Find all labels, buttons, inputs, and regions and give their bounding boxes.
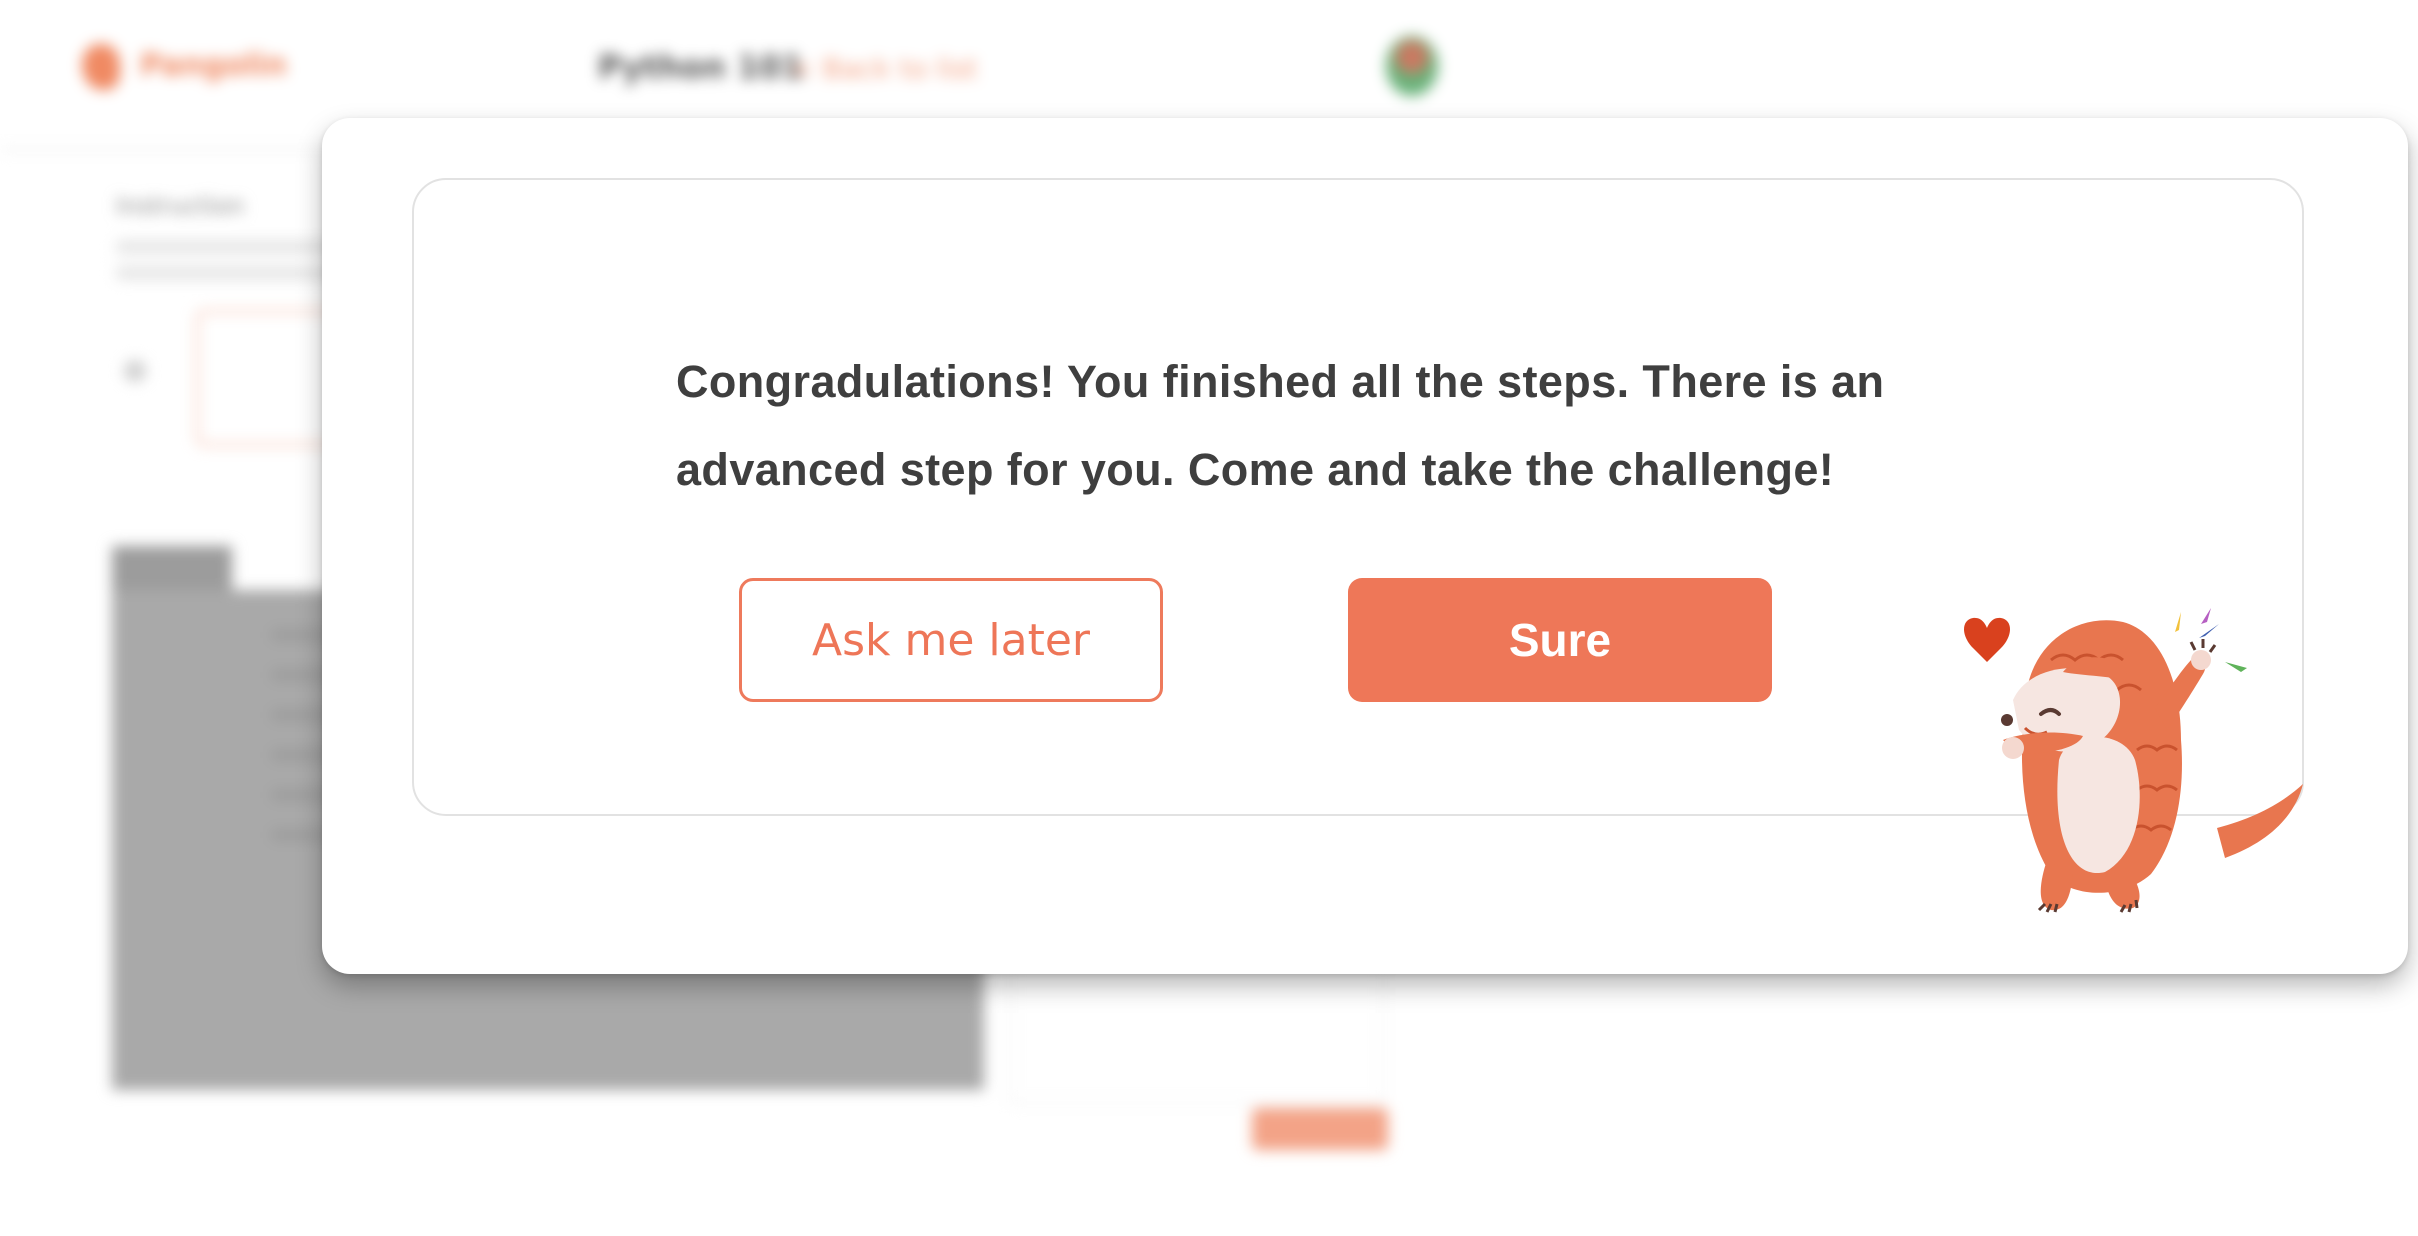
logo-icon — [82, 44, 120, 90]
run-button[interactable] — [1252, 1108, 1388, 1150]
sure-button[interactable]: Sure — [1348, 578, 1772, 702]
instruction-text-line — [116, 266, 346, 280]
output-panel — [1010, 960, 1384, 1104]
course-title: Python 101 — [598, 48, 804, 86]
ask-me-later-button[interactable]: Ask me later — [739, 578, 1163, 702]
answer-radio[interactable] — [124, 360, 146, 382]
heart-icon — [1964, 617, 2010, 662]
user-avatar[interactable] — [1386, 36, 1438, 96]
congratulations-message: Congradulations! You finished all the st… — [676, 356, 1885, 495]
instruction-text-line — [116, 240, 346, 254]
instruction-heading: Instruction — [116, 192, 245, 220]
logo-text: Pangolin — [140, 48, 287, 83]
back-to-list-link[interactable]: < Back to list — [790, 52, 977, 85]
screen: Pangolin Python 101 < Back to list Instr… — [0, 0, 2418, 1236]
editor-tab[interactable] — [112, 546, 232, 596]
pangolin-mascot-illustration — [1964, 608, 2303, 913]
